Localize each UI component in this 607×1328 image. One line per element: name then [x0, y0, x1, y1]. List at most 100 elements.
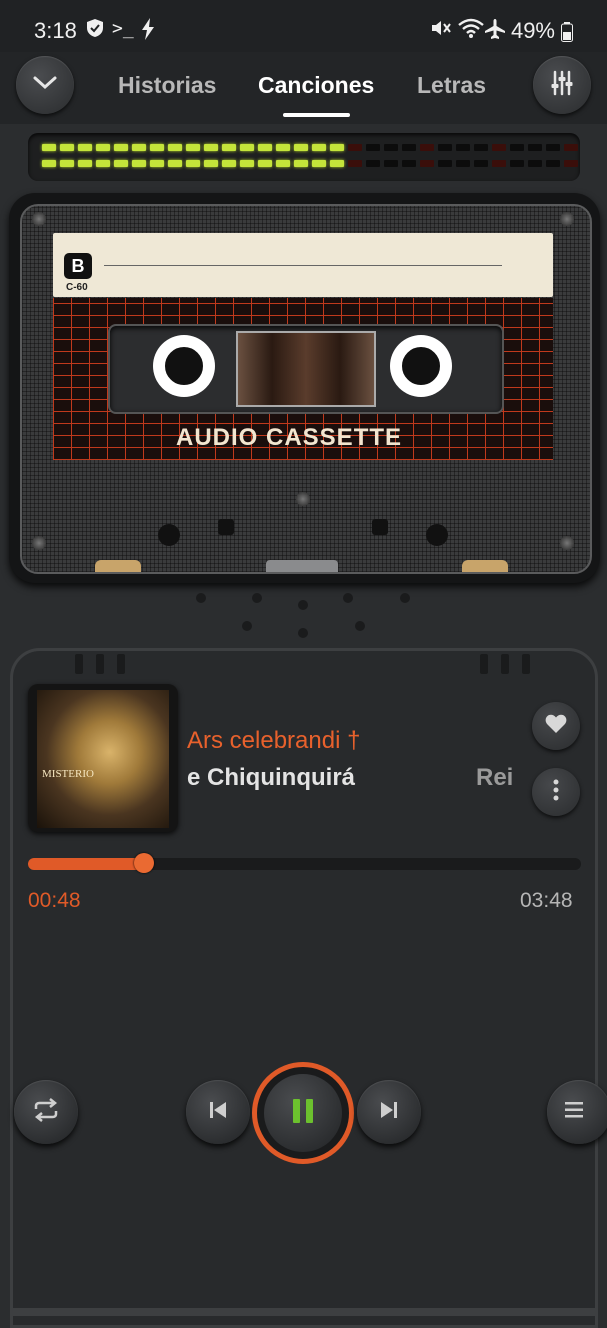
vu-segment: [168, 160, 182, 167]
vu-segment: [42, 144, 56, 151]
panel-grille: [480, 654, 488, 674]
vu-segment: [114, 144, 128, 151]
vu-segment: [366, 160, 380, 167]
pause-button-face: [264, 1074, 342, 1152]
speaker-dot: [242, 621, 252, 631]
collapse-button[interactable]: [16, 56, 74, 114]
panel-grille: [117, 654, 125, 674]
vu-segment: [438, 144, 452, 151]
airplane-icon: [484, 18, 506, 46]
cassette-slot: [372, 519, 388, 535]
speaker-dot: [355, 621, 365, 631]
heart-icon: [545, 714, 567, 739]
vu-segment: [312, 160, 326, 167]
vu-segment: [528, 144, 542, 151]
vu-segment: [564, 160, 578, 167]
playlist-button[interactable]: [547, 1080, 607, 1144]
vu-segment: [150, 160, 164, 167]
repeat-icon: [32, 1097, 60, 1128]
tape-type: C-60: [66, 282, 88, 293]
vu-segment: [366, 144, 380, 151]
vu-segment: [492, 144, 506, 151]
vu-segment: [330, 160, 344, 167]
vu-segment: [60, 160, 74, 167]
vu-segment: [510, 144, 524, 151]
vu-segment: [420, 160, 434, 167]
vu-segment: [510, 160, 524, 167]
label-line: [104, 265, 502, 266]
wifi-icon: [458, 18, 484, 44]
vu-segment: [348, 144, 362, 151]
pause-button[interactable]: [252, 1062, 354, 1164]
vu-segment: [96, 160, 110, 167]
vu-segment: [546, 160, 560, 167]
equalizer-icon: [548, 69, 576, 102]
vu-segment: [168, 144, 182, 151]
vu-segment: [474, 160, 488, 167]
vu-segment: [114, 160, 128, 167]
vu-segment: [186, 144, 200, 151]
vu-segment: [438, 160, 452, 167]
vu-segment: [546, 144, 560, 151]
vu-segment: [222, 144, 236, 151]
favorite-button[interactable]: [532, 702, 580, 750]
vu-segment: [384, 144, 398, 151]
duration: 03:48: [520, 889, 573, 912]
vu-segment: [132, 160, 146, 167]
screw: [560, 212, 574, 226]
vu-segment: [402, 144, 416, 151]
cassette-hole: [426, 524, 448, 546]
screw: [32, 212, 46, 226]
vu-segment: [330, 144, 344, 151]
previous-button[interactable]: [186, 1080, 250, 1144]
mute-icon: [430, 18, 452, 44]
equalizer-button[interactable]: [533, 56, 591, 114]
album-art-text: MISTERIO: [42, 768, 94, 780]
cassette-foot: [95, 560, 141, 572]
vu-segment: [42, 160, 56, 167]
more-options-button[interactable]: [532, 768, 580, 816]
vu-segment: [186, 160, 200, 167]
vu-segment: [240, 160, 254, 167]
vu-segment: [528, 160, 542, 167]
album-art-image: [37, 690, 169, 828]
right-reel: [390, 335, 452, 397]
tape-window: [236, 331, 376, 407]
cassette-slot: [218, 519, 234, 535]
cassette-title: AUDIO CASSETTE: [176, 424, 403, 451]
terminal-icon: >_: [112, 18, 134, 39]
tab-letras[interactable]: Letras: [417, 72, 486, 99]
vu-segment: [258, 144, 272, 151]
vu-segment: [150, 144, 164, 151]
vu-segment: [96, 144, 110, 151]
speaker-dot: [343, 593, 353, 603]
tab-canciones[interactable]: Canciones: [258, 72, 374, 99]
speaker-dot: [298, 628, 308, 638]
side-badge: B: [64, 253, 92, 279]
panel-grille: [522, 654, 530, 674]
active-tab-indicator: [283, 113, 350, 117]
panel-grille: [501, 654, 509, 674]
screw: [560, 536, 574, 550]
seek-bar-progress: [28, 858, 144, 870]
seek-handle[interactable]: [134, 853, 154, 873]
vu-segment: [276, 144, 290, 151]
bolt-icon: [142, 18, 154, 46]
vu-segment: [276, 160, 290, 167]
gesture-bar-area: [10, 1308, 598, 1316]
speaker-dot: [252, 593, 262, 603]
panel-grille: [75, 654, 83, 674]
vu-segment: [204, 160, 218, 167]
tab-historias[interactable]: Historias: [118, 72, 216, 99]
next-button[interactable]: [357, 1080, 421, 1144]
vu-meter: [28, 133, 580, 181]
repeat-button[interactable]: [14, 1080, 78, 1144]
vu-segment: [78, 160, 92, 167]
vu-segment: [348, 160, 362, 167]
screw: [296, 492, 310, 506]
battery-icon: [561, 22, 573, 47]
vu-segment: [132, 144, 146, 151]
vu-segment: [492, 160, 506, 167]
pause-icon: [290, 1097, 316, 1130]
vu-segment: [60, 144, 74, 151]
